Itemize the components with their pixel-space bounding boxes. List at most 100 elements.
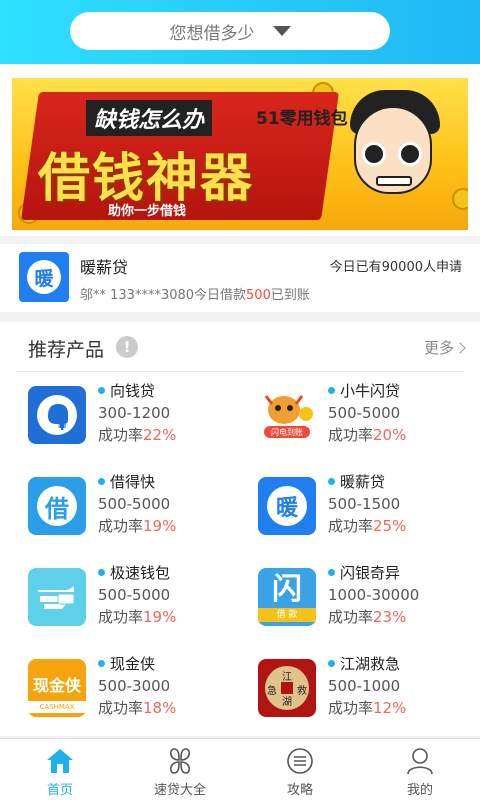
cartoon-eye <box>362 142 386 166</box>
nuan-logo-icon: 暖 <box>19 252 69 302</box>
calf-caption: 闪电到账 <box>271 427 303 437</box>
elephant-yen-icon: ¥ <box>28 386 86 444</box>
product-card[interactable]: ¥ 向钱贷 300-1200 成功率22% <box>0 374 230 458</box>
bullet-icon <box>328 478 335 485</box>
product-success-rate: 成功率12% <box>328 697 406 719</box>
rate-value: 18% <box>143 699 177 717</box>
product-range: 500-3000 <box>98 677 171 695</box>
cartoon-calf-icon: 闪电到账 <box>258 386 316 444</box>
bullet-icon <box>328 660 335 667</box>
applicant-count: 今日已有90000人申请 <box>329 260 462 275</box>
product-name: 向钱贷 <box>110 382 156 400</box>
bullet-icon <box>328 569 335 576</box>
product-name: 江湖救急 <box>340 655 401 673</box>
notice-product-name: 暖薪贷 <box>80 258 129 277</box>
product-card[interactable]: 极速钱包 500-5000 成功率19% <box>0 556 230 640</box>
info-icon[interactable]: ! <box>116 336 138 358</box>
product-card[interactable]: 闪 借 款 闪银奇异 1000-30000 成功率23% <box>230 556 460 640</box>
seal-char: 急 <box>267 686 277 697</box>
seal-char: 江 <box>282 672 292 683</box>
clover-icon <box>169 748 191 774</box>
product-name: 小牛闪贷 <box>340 382 401 400</box>
jianghu-seal-icon: 江 急 救 湖 <box>258 659 316 717</box>
shan-caption: 借 款 <box>258 608 316 622</box>
recommended-products: 推荐产品 ! 更多 ¥ 向钱贷 300-1200 成功率22% 闪电到账 小牛闪… <box>0 322 480 736</box>
tab-mine[interactable]: 我的 <box>360 739 480 800</box>
section-header: 推荐产品 ! 更多 <box>16 322 466 372</box>
rate-label: 成功率 <box>328 699 374 717</box>
banner-area: 缺钱怎么办 51零用钱包 借钱神器 助你一步借钱 <box>0 64 480 236</box>
winged-wallet-icon <box>28 568 86 626</box>
product-name: 借得快 <box>110 473 156 491</box>
product-card[interactable]: 借 借得快 500-5000 成功率19% <box>0 465 230 549</box>
rate-value: 19% <box>143 517 177 535</box>
rate-label: 成功率 <box>328 426 374 444</box>
product-range: 500-5000 <box>328 404 401 422</box>
product-card[interactable]: 闪电到账 小牛闪贷 500-5000 成功率20% <box>230 374 460 458</box>
section-title: 推荐产品 <box>28 339 105 361</box>
cashmax-chars: 现金侠 <box>32 676 81 695</box>
amount-selector[interactable]: 您想借多少 <box>70 12 390 50</box>
product-success-rate: 成功率23% <box>328 606 419 628</box>
record-prefix: 邬** 133****3080今日借款 <box>80 288 247 303</box>
rate-value: 12% <box>373 699 407 717</box>
tab-label: 我的 <box>406 783 433 798</box>
bullet-icon <box>98 478 105 485</box>
jie-char: 借 <box>37 486 77 526</box>
banner-subtitle: 助你一步借钱 <box>108 204 187 219</box>
product-name: 暖薪贷 <box>340 473 386 491</box>
jie-character-icon: 借 <box>28 477 86 535</box>
cartoon-mouth <box>376 176 412 186</box>
cashmax-icon: 现金侠 CASHMAX <box>28 659 86 717</box>
more-label: 更多 <box>423 339 454 357</box>
product-success-rate: 成功率22% <box>98 424 176 446</box>
rate-label: 成功率 <box>98 517 144 535</box>
rate-value: 25% <box>373 517 407 535</box>
record-amount: 500 <box>246 288 271 303</box>
rate-label: 成功率 <box>328 517 374 535</box>
product-name: 极速钱包 <box>110 564 171 582</box>
product-name: 现金侠 <box>110 655 156 673</box>
shan-character-icon: 闪 借 款 <box>258 568 316 626</box>
product-range: 1000-30000 <box>328 586 420 604</box>
bullet-icon <box>98 387 105 394</box>
product-card[interactable]: 现金侠 CASHMAX 现金侠 500-3000 成功率18% <box>0 647 230 731</box>
bullet-icon <box>98 569 105 576</box>
product-name: 闪银奇异 <box>340 564 401 582</box>
cashmax-caption: CASHMAX <box>28 701 86 713</box>
rate-value: 22% <box>143 426 177 444</box>
tab-loan-list[interactable]: 速贷大全 <box>120 739 240 800</box>
product-success-rate: 成功率19% <box>98 606 176 628</box>
record-suffix: 已到账 <box>270 288 310 303</box>
amount-prompt: 您想借多少 <box>169 23 255 44</box>
product-success-rate: 成功率20% <box>328 424 406 446</box>
loan-notice[interactable]: 暖 暖薪贷 今日已有90000人申请 邬** 133****3080今日借款50… <box>0 244 480 312</box>
tab-label: 首页 <box>46 783 73 798</box>
product-range: 500-5000 <box>98 586 171 604</box>
product-range: 500-5000 <box>98 495 171 513</box>
bullet-icon <box>98 660 105 667</box>
product-success-rate: 成功率18% <box>98 697 176 719</box>
seal-char: 救 <box>297 686 307 697</box>
home-icon <box>47 749 73 773</box>
product-card[interactable]: 江 急 救 湖 江湖救急 500-1000 成功率12% <box>230 647 460 731</box>
cartoon-eye <box>398 142 422 166</box>
more-link[interactable]: 更多 <box>423 337 466 358</box>
nuan-char: 暖 <box>267 486 307 526</box>
product-range: 500-1500 <box>328 495 401 513</box>
tab-label: 速贷大全 <box>153 783 206 798</box>
chevron-right-icon <box>454 342 466 354</box>
rate-value: 20% <box>373 426 407 444</box>
tab-guide[interactable]: 攻略 <box>240 739 360 800</box>
rate-label: 成功率 <box>98 699 144 717</box>
promo-banner[interactable]: 缺钱怎么办 51零用钱包 借钱神器 助你一步借钱 <box>12 78 468 230</box>
tab-home[interactable]: 首页 <box>0 739 120 800</box>
loan-record: 邬** 133****3080今日借款500已到账 <box>80 284 310 303</box>
shan-char: 闪 <box>272 572 302 607</box>
chat-list-icon <box>287 748 313 774</box>
rate-value: 23% <box>373 608 407 626</box>
product-card[interactable]: 暖 暖薪贷 500-1500 成功率25% <box>230 465 460 549</box>
banner-slogan-left: 缺钱怎么办 <box>86 100 213 136</box>
nuan-logo-char: 暖 <box>27 260 61 294</box>
bottom-tab-bar: 首页 速贷大全 攻略 我的 <box>0 738 480 800</box>
